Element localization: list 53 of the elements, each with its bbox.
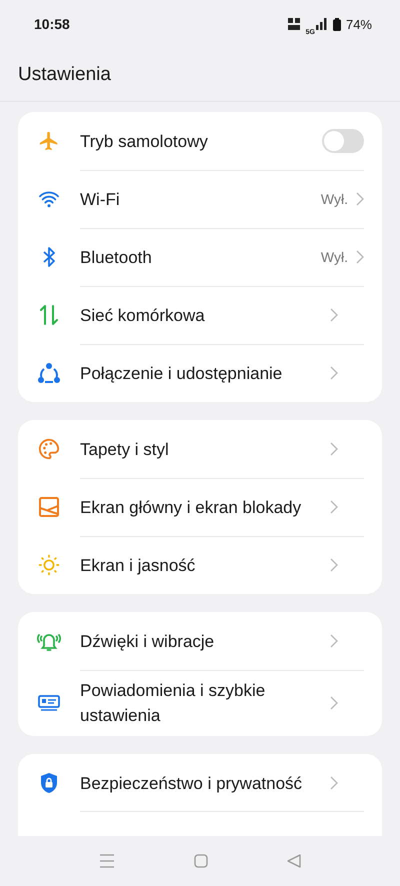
- settings-item[interactable]: Bluetooth Wył.: [18, 228, 382, 286]
- share-icon: [37, 362, 61, 384]
- sun-icon: [38, 554, 60, 576]
- item-label: Tryb samolotowy: [80, 130, 209, 152]
- page-title: Ustawienia: [18, 64, 111, 86]
- toggle-switch[interactable]: [322, 129, 364, 153]
- settings-item[interactable]: Ekran i jasność: [18, 536, 382, 594]
- settings-item[interactable]: Ekran główny i ekran blokady: [18, 478, 382, 536]
- settings-item[interactable]: Dźwięki i wibracje: [18, 612, 382, 670]
- chevron-icon: [330, 776, 338, 790]
- chevron-icon: [356, 250, 364, 264]
- back-icon[interactable]: [286, 854, 301, 868]
- settings-item[interactable]: Tryb samolotowy: [18, 112, 382, 170]
- notification-panel-icon: [38, 695, 60, 711]
- item-label: Tapety i styl: [80, 438, 170, 460]
- clock: 10:58: [34, 16, 70, 32]
- item-label: Dźwięki i wibracje: [80, 630, 216, 652]
- shield-lock-icon: [39, 772, 59, 794]
- picture-frame-icon: [39, 497, 59, 517]
- bluetooth-icon: [42, 246, 56, 268]
- chevron-icon: [330, 442, 338, 456]
- battery-percent: 74%: [346, 16, 372, 32]
- item-label: Sieć komórkowa: [80, 304, 206, 326]
- menu-icon[interactable]: [99, 854, 116, 868]
- chevron-icon: [330, 500, 338, 514]
- palette-icon: [38, 438, 60, 460]
- wifi-icon: [38, 190, 60, 208]
- chevron-icon: [330, 308, 338, 322]
- airplane-icon: [38, 130, 60, 152]
- arrows-icon: [40, 304, 58, 326]
- settings-item[interactable]: Tapety i styl: [18, 420, 382, 478]
- settings-item[interactable]: Powiadomienia i szybkie ustawienia: [18, 670, 382, 736]
- battery-icon: [332, 18, 341, 30]
- home-icon[interactable]: [194, 854, 208, 868]
- chevron-icon: [330, 634, 338, 648]
- chevron-icon: [330, 696, 338, 710]
- settings-item[interactable]: Sieć komórkowa: [18, 286, 382, 344]
- item-value: Wył.: [320, 191, 348, 207]
- signal-icon: [316, 18, 328, 30]
- settings-item[interactable]: Bezpieczeństwo i prywatność: [18, 754, 382, 812]
- chevron-icon: [356, 192, 364, 206]
- settings-item[interactable]: Wi-Fi Wył.: [18, 170, 382, 228]
- item-label: Ekran i jasność: [80, 554, 196, 576]
- chevron-icon: [330, 366, 338, 380]
- item-label: Bluetooth: [80, 246, 153, 268]
- item-label: Powiadomienia i szybkie ustawienia: [80, 680, 266, 727]
- settings-item[interactable]: Połączenie i udostępnianie: [18, 344, 382, 402]
- chevron-icon: [330, 558, 338, 572]
- item-label: Ekran główny i ekran blokady: [80, 496, 302, 518]
- item-label: Połączenie i udostępnianie: [80, 362, 284, 384]
- item-label: Bezpieczeństwo i prywatność: [80, 772, 304, 794]
- item-value: Wył.: [320, 249, 348, 265]
- item-label: Wi-Fi: [80, 188, 121, 210]
